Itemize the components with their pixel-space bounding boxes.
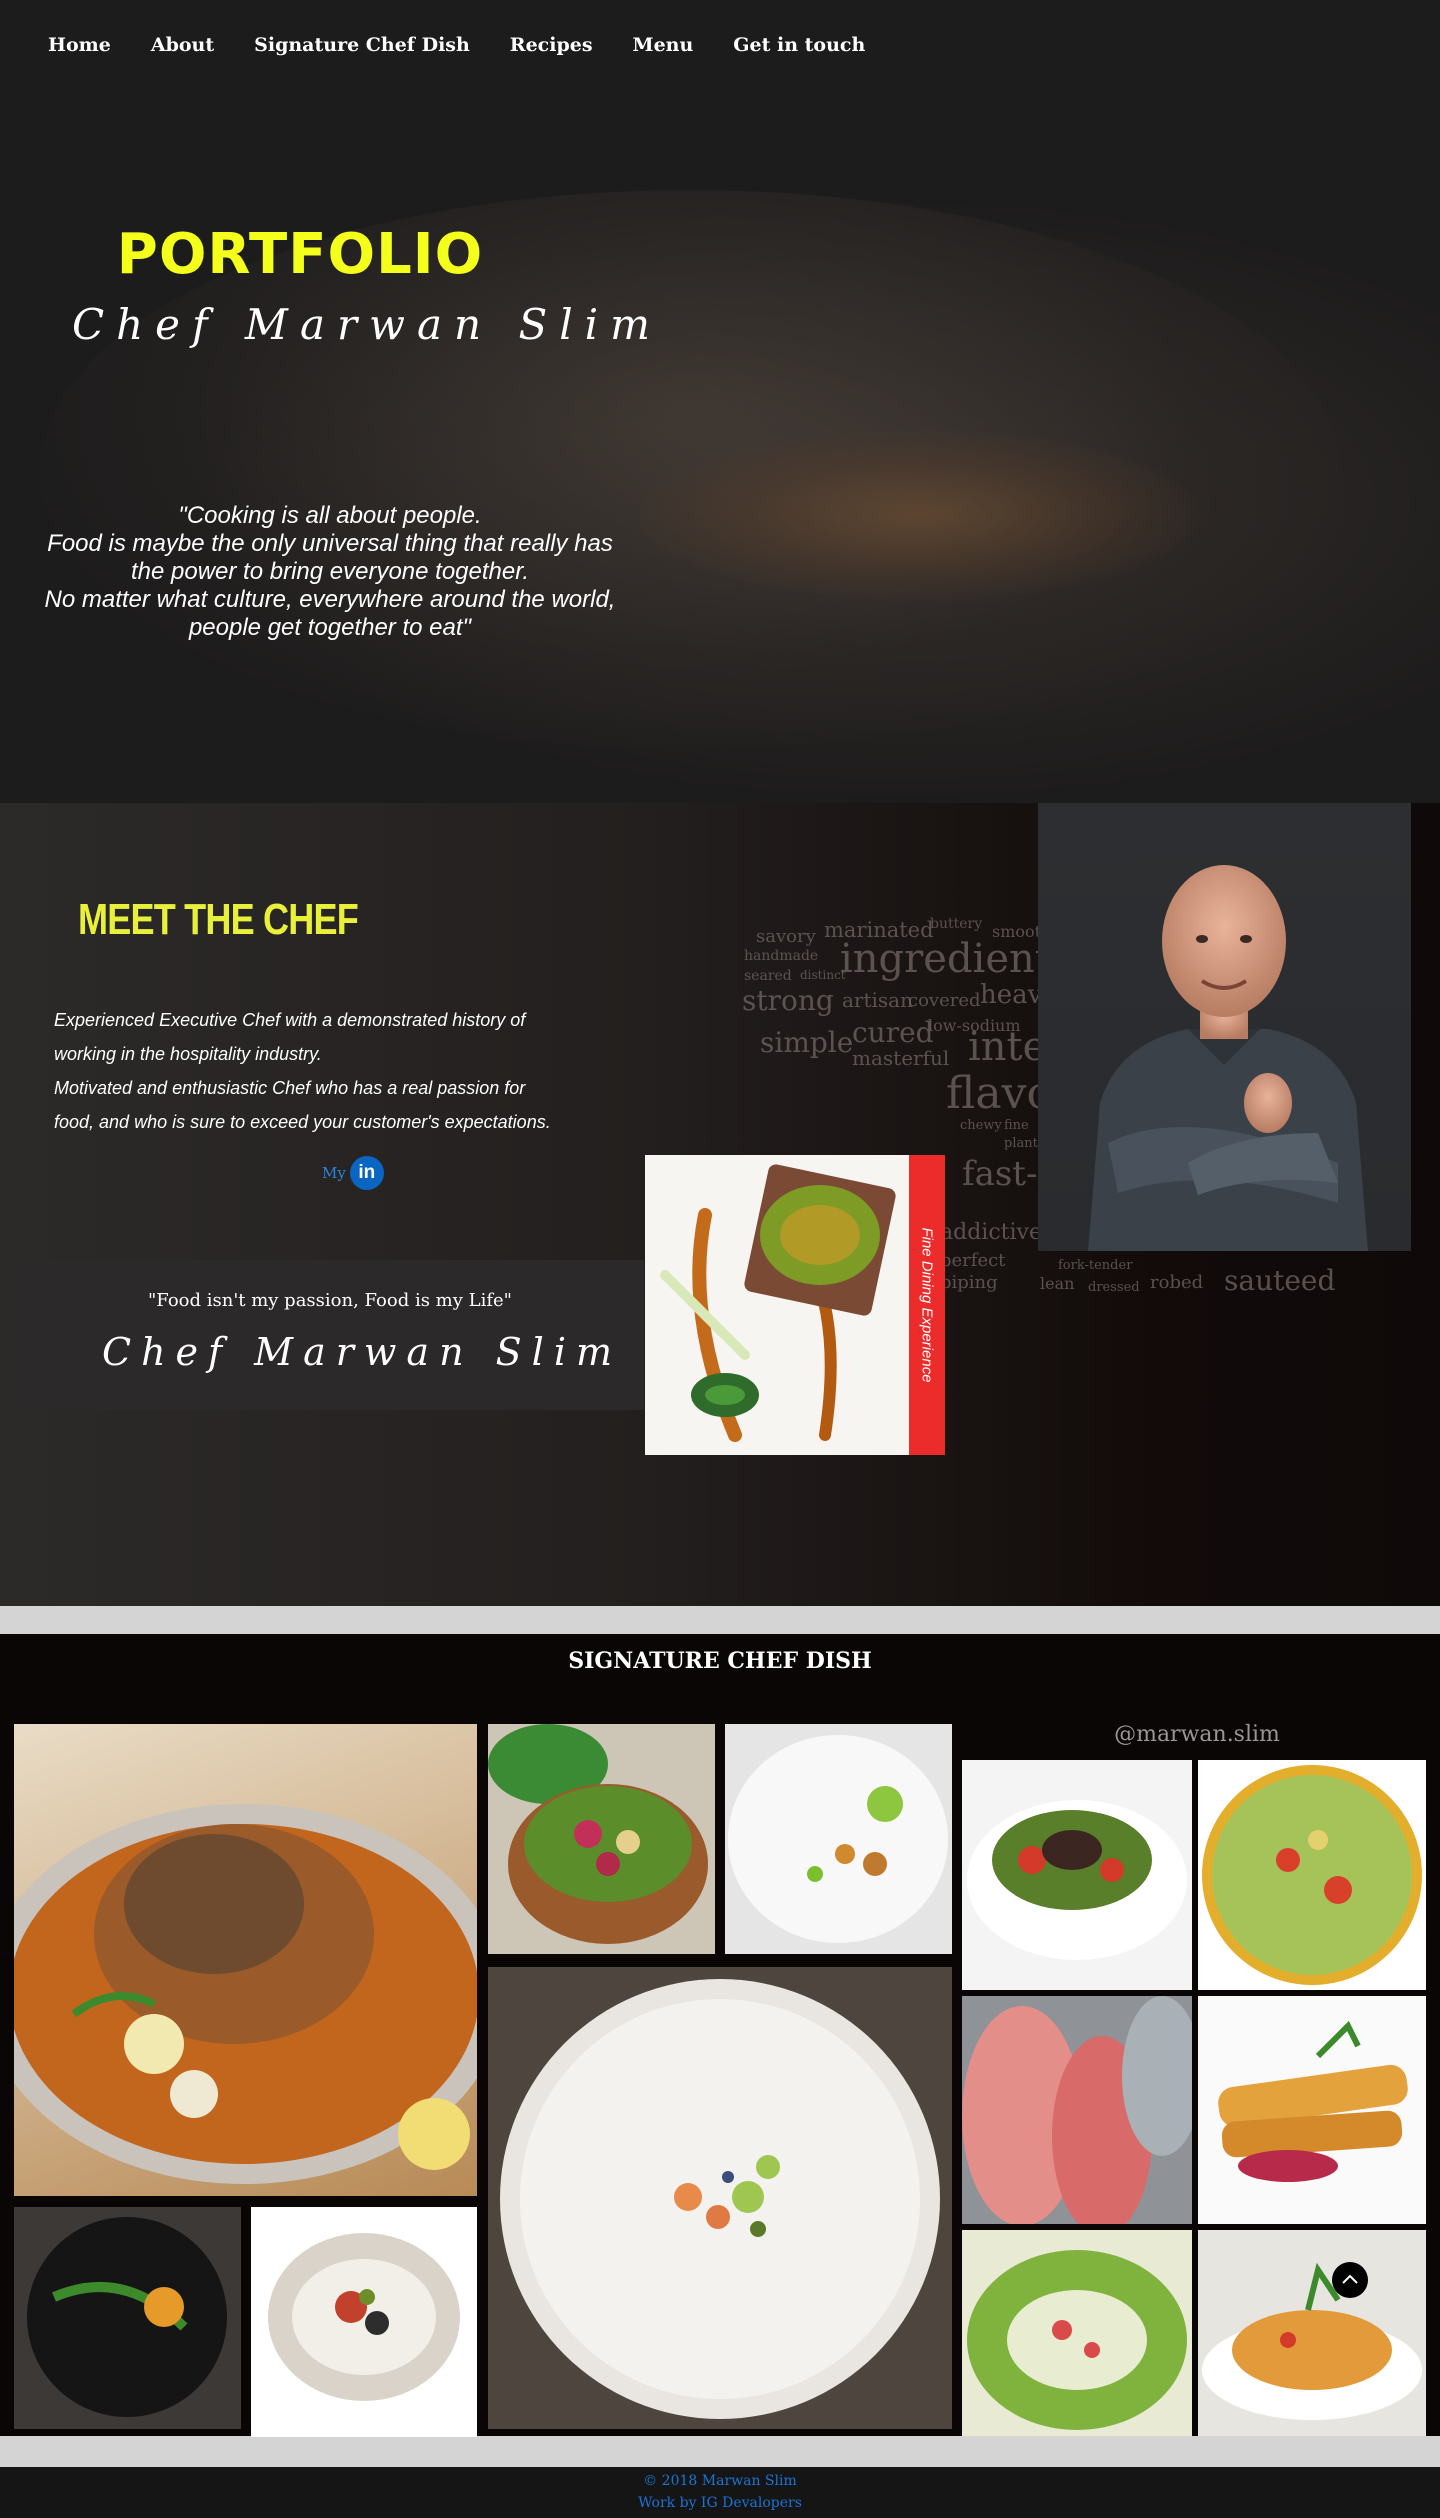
word-cloud-word: handmade — [744, 948, 819, 964]
chef-bio-line: Experienced Executive Chef with a demons… — [54, 1010, 526, 1030]
chef-bio: Experienced Executive Chef with a demons… — [54, 1003, 574, 1139]
word-cloud-word: simple — [760, 1026, 854, 1059]
hero-signature: Chef Marwan Slim — [72, 300, 662, 349]
linkedin-label: My — [322, 1164, 346, 1182]
linkedin-icon: in — [349, 1156, 384, 1190]
word-cloud-word: covered — [908, 990, 981, 1011]
salad-bowl-image — [488, 1724, 715, 1954]
instagram-tile[interactable] — [1198, 1760, 1426, 1990]
instagram-tile[interactable] — [962, 2230, 1192, 2436]
chef-bio-line: working in the hospitality industry. — [54, 1044, 322, 1064]
chef-portrait-image — [1088, 865, 1368, 1251]
signature-dish-section: SIGNATURE CHEF DISH @marwan.slim — [0, 1634, 1440, 2437]
centre-plate-image — [488, 1967, 952, 2429]
fine-dining-dish-image — [645, 1155, 909, 1455]
quote-card: "Food isn't my passion, Food is my Life"… — [16, 1260, 644, 1410]
hero-quote: "Cooking is all about people. Food is ma… — [40, 502, 620, 642]
nav-signature-chef-dish[interactable]: Signature Chef Dish — [254, 34, 470, 56]
word-cloud-word: perfect — [940, 1250, 1006, 1271]
word-cloud-word: seared — [744, 968, 792, 984]
card-quote: "Food isn't my passion, Food is my Life" — [148, 1290, 512, 1311]
plated-dish-image — [725, 1724, 952, 1954]
instagram-tile[interactable] — [962, 1996, 1192, 2224]
footer-credit[interactable]: Work by IG Devalopers — [0, 2495, 1440, 2511]
instagram-handle[interactable]: @marwan.slim — [962, 1722, 1432, 1747]
oyster-image — [251, 2207, 477, 2437]
chef-bio-line: food, and who is sure to exceed your cus… — [54, 1112, 551, 1132]
nav-recipes[interactable]: Recipes — [510, 34, 593, 56]
word-cloud-word: distinct — [800, 968, 846, 982]
nav-menu[interactable]: Menu — [633, 34, 694, 56]
nav-get-in-touch[interactable]: Get in touch — [733, 34, 865, 56]
word-cloud-word: fork-tender — [1058, 1258, 1133, 1273]
instagram-tile[interactable] — [1198, 2230, 1426, 2436]
chef-photo — [1038, 803, 1411, 1251]
instagram-tile[interactable] — [1198, 1996, 1426, 2224]
gallery-tile-plated-dish[interactable] — [725, 1724, 952, 1954]
meet-the-chef-title: MEET THE CHEF — [78, 895, 359, 944]
hero-quote-line: "Cooking is all about people. — [178, 502, 482, 529]
word-cloud-word: masterful — [852, 1046, 950, 1070]
hero-section: Home About Signature Chef Dish Recipes M… — [0, 0, 1440, 803]
chef-bio-line: Motivated and enthusiastic Chef who has … — [54, 1078, 526, 1098]
hero-background-food — [640, 430, 1200, 600]
nav-about[interactable]: About — [151, 34, 214, 56]
nav-home[interactable]: Home — [48, 34, 111, 56]
gallery-tile-centre-plate[interactable] — [488, 1967, 952, 2429]
scroll-to-top-button[interactable] — [1332, 2262, 1368, 2298]
word-cloud-word: buttery — [930, 916, 983, 932]
instagram-tile[interactable] — [962, 1760, 1192, 1990]
footer: © 2018 Marwan Slim Work by IG Devalopers — [0, 2467, 1440, 2518]
chevron-up-icon — [1342, 2274, 1358, 2284]
main-nav: Home About Signature Chef Dish Recipes M… — [48, 34, 865, 56]
gallery-tile-salad-bowl[interactable] — [488, 1724, 715, 1954]
hero-quote-line: people get together to eat" — [188, 614, 472, 641]
word-cloud-word: piping — [940, 1272, 998, 1293]
instagram-image — [1198, 2230, 1426, 2436]
fine-dining-card[interactable]: Fine Dining Experience — [645, 1155, 945, 1455]
word-cloud-word: cured — [852, 1016, 934, 1049]
instagram-image — [962, 2230, 1192, 2436]
gallery-tile-paella[interactable] — [14, 1724, 477, 2196]
word-cloud-word: dressed — [1088, 1280, 1140, 1295]
fine-dining-label: Fine Dining Experience — [918, 1227, 936, 1383]
instagram-image — [962, 1996, 1192, 2224]
word-cloud-word: chewy — [960, 1118, 1002, 1133]
portfolio-title: PORTFOLIO — [116, 222, 484, 287]
word-cloud-word: robed — [1150, 1272, 1204, 1293]
linkedin-link[interactable]: My in — [322, 1156, 384, 1190]
black-plate-image — [14, 2207, 241, 2429]
word-cloud-word: addictive — [940, 1220, 1042, 1245]
word-cloud-word: ingredients — [840, 936, 1072, 982]
word-cloud-word: strong — [742, 984, 834, 1017]
footer-copyright: © 2018 Marwan Slim — [643, 2473, 797, 2489]
card-signature: Chef Marwan Slim — [102, 1330, 623, 1374]
paella-image — [14, 1804, 477, 2184]
word-cloud-word: lean — [1040, 1274, 1075, 1293]
word-cloud-word: plant — [1004, 1136, 1038, 1151]
word-cloud-word: artisan — [842, 988, 913, 1012]
gallery-tile-oyster[interactable] — [251, 2207, 477, 2437]
instagram-image — [1198, 1996, 1426, 2224]
meet-the-chef-section: MEET THE CHEF Experienced Executive Chef… — [0, 803, 1440, 1606]
gallery-tile-black-plate[interactable] — [14, 2207, 241, 2429]
instagram-image — [962, 1760, 1192, 1990]
word-cloud-word: sauteed — [1224, 1264, 1336, 1297]
word-cloud-word: fine — [1004, 1118, 1029, 1133]
word-cloud-word: savory — [756, 926, 816, 947]
hero-quote-line: No matter what culture, everywhere aroun… — [44, 586, 616, 613]
hero-quote-line: Food is maybe the only universal thing t… — [47, 530, 613, 557]
signature-dish-title: SIGNATURE CHEF DISH — [568, 1648, 872, 1674]
hero-quote-line: the power to bring everyone together. — [130, 558, 530, 585]
instagram-image — [1198, 1760, 1426, 1990]
